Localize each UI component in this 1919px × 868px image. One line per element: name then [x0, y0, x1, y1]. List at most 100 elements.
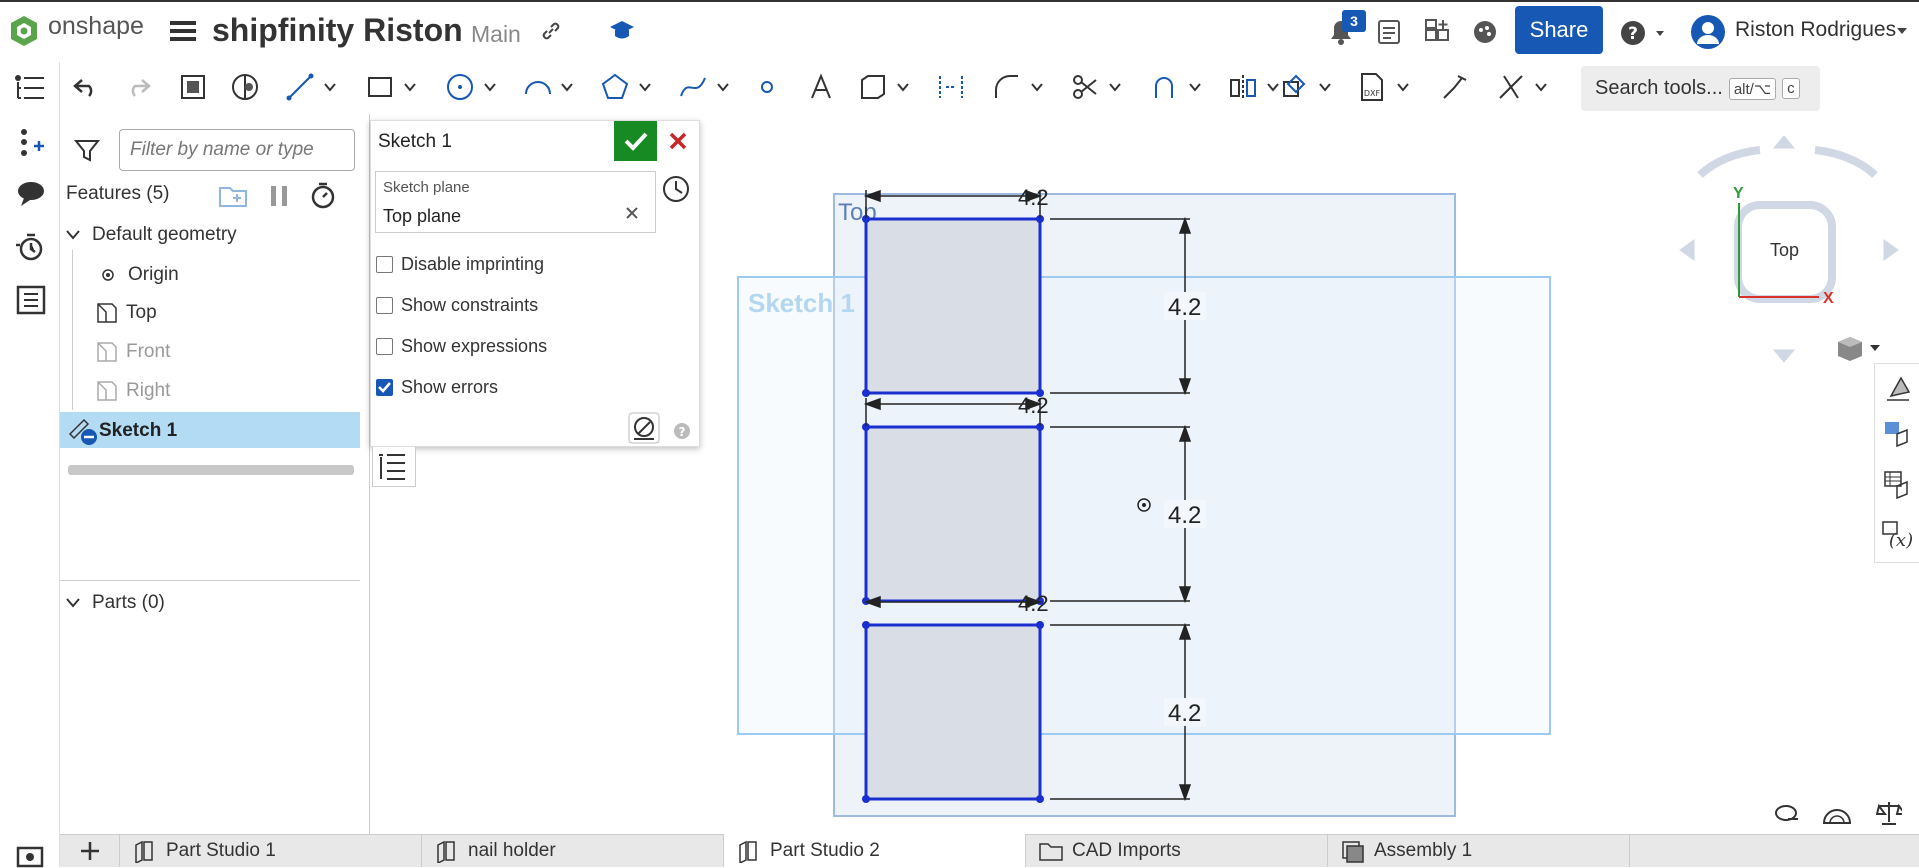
- onshape-logo-icon[interactable]: [8, 14, 40, 48]
- tree-item-label: Front: [126, 341, 171, 362]
- configurations-icon[interactable]: [1883, 470, 1913, 500]
- help-question-icon[interactable]: ?: [673, 422, 691, 440]
- intersection-icon[interactable]: [230, 72, 260, 102]
- sketch-inspect-icon[interactable]: [628, 412, 660, 444]
- offset-tool-icon[interactable]: [1150, 72, 1206, 102]
- tab-part-studio-2[interactable]: Part Studio 2: [724, 834, 1026, 867]
- regen-timer-icon[interactable]: [309, 181, 337, 209]
- checkbox[interactable]: [376, 297, 393, 314]
- history-icon[interactable]: [14, 231, 46, 263]
- appearance-icon[interactable]: [1883, 374, 1913, 404]
- viewcube-face-label: Top: [1770, 240, 1799, 260]
- sketch-1-label: Sketch 1: [99, 420, 178, 441]
- mass-properties-icon[interactable]: [1876, 800, 1902, 826]
- circle-tool-icon[interactable]: [445, 72, 501, 102]
- bom-table-icon[interactable]: [1883, 420, 1913, 450]
- tab-nail-holder[interactable]: nail holder: [422, 834, 724, 867]
- history-clock-icon[interactable]: [662, 175, 690, 203]
- polygon-tool-icon[interactable]: [600, 72, 656, 102]
- share-button[interactable]: Share: [1515, 6, 1603, 54]
- search-tabs-icon[interactable]: [16, 846, 44, 868]
- tree-item-front[interactable]: Front: [96, 341, 170, 363]
- dxf-import-icon[interactable]: DXF: [1358, 72, 1414, 102]
- tab-part-studio-1[interactable]: Part Studio 1: [120, 834, 422, 867]
- add-tab-button[interactable]: [60, 834, 120, 867]
- cancel-button[interactable]: [662, 124, 694, 158]
- mirror-tool-icon[interactable]: [1228, 72, 1284, 102]
- tab-label: CAD Imports: [1072, 839, 1181, 861]
- section-view-icon[interactable]: [1822, 801, 1852, 825]
- checkmark-icon: [378, 382, 391, 393]
- sketch-list-toggle[interactable]: [372, 447, 416, 487]
- option-disable-imprinting[interactable]: Disable imprinting: [376, 254, 544, 275]
- tree-item-origin[interactable]: Origin: [100, 264, 179, 286]
- default-geometry-toggle[interactable]: Default geometry: [64, 224, 237, 246]
- sketch-solve-icon[interactable]: [1440, 72, 1470, 102]
- tab-cad-imports[interactable]: CAD Imports: [1026, 834, 1328, 867]
- sketch-rectangle: [864, 623, 1042, 801]
- undo-icon[interactable]: [72, 74, 100, 100]
- spline-tool-icon[interactable]: [678, 72, 734, 102]
- text-tool-icon[interactable]: [806, 72, 836, 102]
- tasks-icon[interactable]: [1377, 19, 1401, 45]
- option-show-errors[interactable]: Show errors: [376, 377, 498, 398]
- plane-icon: [97, 342, 117, 362]
- user-avatar-icon[interactable]: [1690, 14, 1726, 50]
- transform-tool-icon[interactable]: [1280, 72, 1336, 102]
- tab-assembly-1[interactable]: Assembly 1: [1328, 834, 1630, 867]
- insert-image-icon[interactable]: [858, 72, 914, 102]
- checkbox[interactable]: [376, 338, 393, 355]
- trim-tool-icon[interactable]: [1070, 72, 1126, 102]
- checkmark-icon: [624, 132, 647, 151]
- sketch-plane-value[interactable]: Top plane: [383, 206, 461, 227]
- measure-tape-icon[interactable]: [1774, 803, 1800, 823]
- dimension-label: 4.2: [1168, 700, 1201, 727]
- improvement-request-icon[interactable]: [1472, 19, 1498, 45]
- hamburger-menu-icon[interactable]: [170, 19, 196, 43]
- app-store-icon[interactable]: [1424, 18, 1452, 46]
- checkbox[interactable]: [376, 256, 393, 273]
- feature-list-scrollbar[interactable]: [68, 465, 354, 475]
- tree-guide-line: [72, 250, 73, 410]
- pause-rollback-icon[interactable]: [268, 184, 290, 208]
- sketch-dialog-title[interactable]: Sketch 1: [378, 131, 452, 153]
- divider: [60, 580, 360, 581]
- option-label: Show expressions: [401, 336, 548, 356]
- user-name[interactable]: Riston Rodrigues: [1735, 18, 1896, 42]
- clear-plane-icon[interactable]: [625, 206, 639, 220]
- document-title[interactable]: shipfinity Riston: [212, 12, 463, 49]
- option-show-expressions[interactable]: Show expressions: [376, 336, 547, 357]
- tree-item-top[interactable]: Top: [96, 302, 157, 324]
- insert-feature-icon[interactable]: [16, 128, 48, 158]
- filter-icon[interactable]: [74, 138, 100, 164]
- help-icon[interactable]: ?: [1620, 20, 1666, 46]
- arc-tool-icon[interactable]: [522, 72, 578, 102]
- parts-toggle[interactable]: Parts (0): [64, 592, 165, 614]
- accept-button[interactable]: [614, 121, 657, 161]
- line-tool-icon[interactable]: [285, 72, 341, 102]
- filter-input[interactable]: Filter by name or type: [119, 129, 355, 171]
- checkbox[interactable]: [376, 379, 393, 396]
- use-icon[interactable]: [178, 72, 208, 102]
- user-menu-chevron-icon[interactable]: [1896, 27, 1908, 35]
- redo-icon: [124, 74, 152, 100]
- rectangle-tool-icon[interactable]: [365, 72, 421, 102]
- comments-icon[interactable]: [16, 180, 46, 208]
- custom-table-function-icon[interactable]: (x): [1881, 520, 1915, 550]
- search-tools-button[interactable]: Search tools... alt/⌥ c: [1581, 66, 1820, 111]
- learning-center-icon[interactable]: [609, 18, 635, 42]
- variables-table-icon[interactable]: [16, 285, 46, 315]
- fillet-tool-icon[interactable]: [992, 72, 1048, 102]
- tree-item-right[interactable]: Right: [96, 380, 170, 402]
- branch-name[interactable]: Main: [471, 21, 521, 48]
- option-show-constraints[interactable]: Show constraints: [376, 295, 538, 316]
- feature-list-icon[interactable]: [14, 74, 46, 102]
- construction-icon[interactable]: [936, 72, 966, 102]
- search-tools-label: Search tools...: [1595, 77, 1723, 99]
- point-tool-icon[interactable]: [760, 80, 774, 94]
- link-icon[interactable]: [540, 20, 562, 42]
- add-folder-icon[interactable]: [218, 182, 248, 208]
- dimension-label: 4.2: [1168, 502, 1201, 529]
- dimension-tool-icon[interactable]: [1496, 72, 1552, 102]
- view-options-icon[interactable]: [1836, 335, 1880, 361]
